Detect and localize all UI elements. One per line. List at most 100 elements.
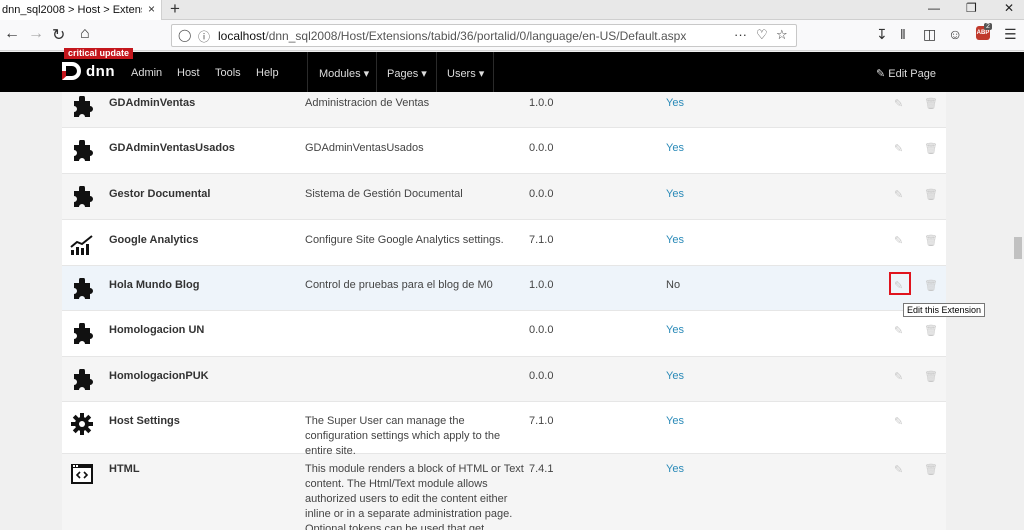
adblock-count-badge: 2 [984,23,992,30]
scrollbar-thumb[interactable] [1014,237,1022,259]
extension-name: Homologacion UN [109,324,205,336]
delete-extension-icon[interactable]: 🗑 [924,279,938,292]
extension-version: 0.0.0 [529,324,554,336]
edit-extension-icon[interactable]: ✎ [894,97,903,110]
menu-host[interactable]: Host [177,67,200,79]
url-text[interactable]: localhost/dnn_sql2008/Host/Extensions/ta… [218,29,686,43]
extension-description: Administracion de Ventas [305,97,430,109]
reload-icon[interactable]: ↻ [52,25,65,45]
extension-in-use[interactable]: Yes [666,188,684,200]
delete-extension-icon[interactable]: 🗑 [924,370,938,383]
menu-users[interactable]: Users ▾ [447,67,484,80]
edit-extension-icon[interactable]: ✎ [894,463,903,476]
edit-extension-tooltip: Edit this Extension [903,303,986,317]
browser-tab-bar: dnn_sql2008 > Host > Extensions × + — ❐ … [0,0,1024,20]
extension-version: 7.1.0 [529,415,554,427]
extension-description: GDAdminVentasUsados [305,142,424,154]
extension-description: Control de pruebas para el blog de M0 [305,279,493,291]
extension-name: Hola Mundo Blog [109,279,200,291]
extension-name: GDAdminVentas [109,97,196,109]
extension-in-use[interactable]: Yes [666,324,684,336]
url-bar[interactable]: ◯ ⓘ localhost/dnn_sql2008/Host/Extension… [171,24,797,47]
menu-modules[interactable]: Modules ▾ [319,67,369,80]
table-row: GDAdminVentas Administracion de Ventas 1… [62,92,946,128]
extension-description: Sistema de Gestión Documental [305,188,463,200]
puzzle-icon [74,323,93,344]
extension-name: Host Settings [109,415,180,427]
sidebar-icon[interactable]: ◫ [923,26,936,43]
extension-version: 7.1.0 [529,234,554,246]
edit-page-button[interactable]: ✎ Edit Page [876,67,936,80]
extensions-list: GDAdminVentas Administracion de Ventas 1… [62,92,946,530]
info-icon[interactable]: ⓘ [198,28,210,45]
extension-in-use[interactable]: Yes [666,415,684,427]
menu-divider [376,52,377,92]
tab-title: dnn_sql2008 > Host > Extensions [2,4,142,16]
analytics-icon [70,235,93,255]
edit-extension-icon[interactable]: ✎ [894,188,903,201]
table-row: Google Analytics Configure Site Google A… [62,220,946,266]
extension-in-use[interactable]: Yes [666,142,684,154]
back-icon[interactable]: ← [4,25,20,43]
home-icon[interactable]: ⌂ [80,25,90,43]
delete-extension-icon[interactable]: 🗑 [924,234,938,247]
download-icon[interactable]: ↧ [876,26,888,43]
extension-in-use[interactable]: Yes [666,463,684,475]
gear-icon [71,413,93,435]
table-row: Gestor Documental Sistema de Gestión Doc… [62,174,946,220]
menu-divider [436,52,437,92]
pocket-icon[interactable]: ♡ [756,27,768,43]
menu-icon[interactable]: ☰ [1004,26,1017,43]
extension-in-use[interactable]: No [666,279,680,291]
edit-extension-icon[interactable]: ✎ [894,234,903,247]
edit-extension-highlight[interactable] [889,272,911,295]
extension-version: 0.0.0 [529,142,554,154]
edit-extension-icon[interactable]: ✎ [894,142,903,155]
delete-extension-icon[interactable]: 🗑 [924,142,938,155]
browser-tab[interactable]: dnn_sql2008 > Host > Extensions × [0,0,162,20]
edit-extension-icon[interactable]: ✎ [894,370,903,383]
table-row: Host Settings The Super User can manage … [62,402,946,457]
menu-admin[interactable]: Admin [131,67,162,79]
extension-name: GDAdminVentasUsados [109,142,235,154]
extension-in-use[interactable]: Yes [666,370,684,382]
menu-help[interactable]: Help [256,67,279,79]
menu-tools[interactable]: Tools [215,67,241,79]
page-actions-icon[interactable]: ··· [734,27,747,42]
account-icon[interactable]: ☺ [948,26,962,42]
extension-version: 1.0.0 [529,97,554,109]
puzzle-icon [74,186,93,207]
extension-version: 1.0.0 [529,279,554,291]
extension-in-use[interactable]: Yes [666,97,684,109]
extension-version: 7.4.1 [529,463,554,475]
table-row: HTML This module renders a block of HTML… [62,454,946,530]
new-tab-icon[interactable]: + [170,0,180,19]
close-window-icon[interactable]: ✕ [1004,1,1014,15]
critical-update-badge[interactable]: critical update [64,48,134,59]
puzzle-icon [74,96,93,117]
extension-description: The Super User can manage the configurat… [305,415,501,457]
bookmark-star-icon[interactable]: ☆ [776,27,788,43]
forward-icon[interactable]: → [28,25,44,43]
edit-extension-icon[interactable]: ✎ [894,324,903,337]
tab-close-icon[interactable]: × [148,2,155,16]
menu-divider [493,52,494,92]
puzzle-icon [74,278,93,299]
browser-nav-bar: ← → ↻ ⌂ ◯ ⓘ localhost/dnn_sql2008/Host/E… [0,20,1024,51]
minimize-icon[interactable]: — [928,1,940,15]
page-scrollbar[interactable] [1012,92,1024,530]
extension-description: This module renders a block of HTML or T… [305,463,524,530]
dnn-logo-icon[interactable] [60,60,82,82]
delete-extension-icon[interactable]: 🗑 [924,463,938,476]
extension-in-use[interactable]: Yes [666,234,684,246]
extension-name: Google Analytics [109,234,199,246]
menu-pages[interactable]: Pages ▾ [387,67,427,80]
extension-version: 0.0.0 [529,370,554,382]
delete-extension-icon[interactable]: 🗑 [924,324,938,337]
edit-extension-icon[interactable]: ✎ [894,415,903,428]
restore-icon[interactable]: ❐ [966,1,977,15]
library-icon[interactable]: ‖ [900,26,906,42]
shield-icon[interactable]: ◯ [178,28,191,42]
delete-extension-icon[interactable]: 🗑 [924,188,938,201]
delete-extension-icon[interactable]: 🗑 [924,97,938,110]
